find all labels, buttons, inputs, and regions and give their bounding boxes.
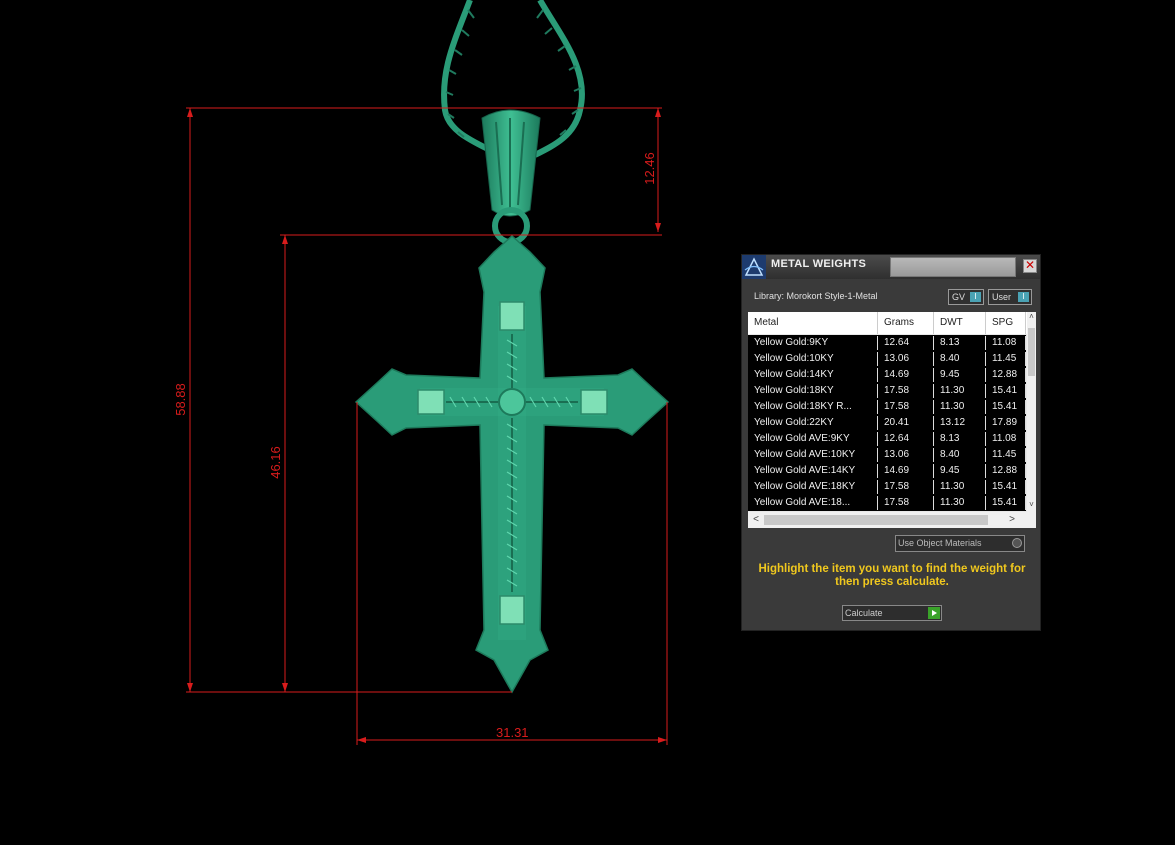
user-toggle-label: User xyxy=(992,292,1012,302)
grams-cell: 12.64 xyxy=(878,432,934,446)
grams-cell: 13.06 xyxy=(878,352,934,366)
title-field xyxy=(890,257,1016,277)
gv-toggle-label: GV xyxy=(952,292,966,302)
metal-cell: Yellow Gold:9KY xyxy=(748,336,878,350)
user-indicator-icon: I xyxy=(1018,292,1029,302)
dwt-cell: 11.30 xyxy=(934,384,986,398)
metal-cell: Yellow Gold:18KY R... xyxy=(748,400,878,414)
dwt-cell: 11.30 xyxy=(934,400,986,414)
dwt-cell: 8.13 xyxy=(934,432,986,446)
metal-cell: Yellow Gold AVE:18KY xyxy=(748,480,878,494)
metal-cell: Yellow Gold:10KY xyxy=(748,352,878,366)
scroll-up-icon[interactable]: ˄ xyxy=(1027,312,1036,322)
panel-titlebar[interactable]: METAL WEIGHTS ✕ xyxy=(742,255,1040,279)
library-label: Library: Morokort Style-1-Metal xyxy=(754,291,878,301)
instruction-text: Highlight the item you want to find the … xyxy=(758,563,1026,588)
grams-cell: 14.69 xyxy=(878,368,934,382)
spg-cell: 11.08 xyxy=(986,336,1026,350)
table-row[interactable]: Yellow Gold:9KY 12.64 8.13 11.08 xyxy=(748,335,1026,351)
dwt-cell: 13.12 xyxy=(934,416,986,430)
table-row[interactable]: Yellow Gold AVE:18... 17.58 11.30 15.41 xyxy=(748,495,1026,511)
stone-top xyxy=(499,301,525,331)
spg-cell: 11.45 xyxy=(986,352,1026,366)
grams-cell: 12.64 xyxy=(878,336,934,350)
metal-weights-panel: METAL WEIGHTS ✕ Library: Morokort Style-… xyxy=(741,254,1041,631)
table-row[interactable]: Yellow Gold AVE:10KY 13.06 8.40 11.45 xyxy=(748,447,1026,463)
table-body: Yellow Gold:9KY 12.64 8.13 11.08 Yellow Gold… xyxy=(748,335,1026,511)
dwt-cell: 8.40 xyxy=(934,448,986,462)
dwt-cell: 8.40 xyxy=(934,352,986,366)
play-arrow-icon xyxy=(928,607,940,619)
dim-bail-height: 12.46 xyxy=(641,152,657,185)
calculate-button[interactable]: Calculate xyxy=(842,605,942,621)
table-row[interactable]: Yellow Gold:10KY 13.06 8.40 11.45 xyxy=(748,351,1026,367)
spg-cell: 12.88 xyxy=(986,464,1026,478)
gv-indicator-icon: I xyxy=(970,292,981,302)
horizontal-scroll-thumb[interactable] xyxy=(764,515,988,525)
radio-icon[interactable] xyxy=(1012,538,1022,548)
metal-cell: Yellow Gold AVE:18... xyxy=(748,496,878,510)
table-row[interactable]: Yellow Gold:22KY 20.41 13.12 17.89 xyxy=(748,415,1026,431)
dwt-cell: 8.13 xyxy=(934,336,986,350)
spg-cell: 15.41 xyxy=(986,400,1026,414)
metal-cell: Yellow Gold:22KY xyxy=(748,416,878,430)
grams-cell: 17.58 xyxy=(878,384,934,398)
scroll-left-icon[interactable]: < xyxy=(750,514,762,526)
app-logo-icon xyxy=(742,255,766,279)
vertical-scrollbar[interactable]: ˄ ˅ xyxy=(1027,312,1036,512)
column-header-metal[interactable]: Metal xyxy=(748,312,878,334)
spg-cell: 11.45 xyxy=(986,448,1026,462)
use-object-materials-label: Use Object Materials xyxy=(898,538,982,548)
metal-cell: Yellow Gold AVE:14KY xyxy=(748,464,878,478)
grams-cell: 13.06 xyxy=(878,448,934,462)
grams-cell: 20.41 xyxy=(878,416,934,430)
gv-toggle[interactable]: GV I xyxy=(948,289,984,305)
metal-cell: Yellow Gold:14KY xyxy=(748,368,878,382)
close-icon[interactable]: ✕ xyxy=(1023,259,1037,273)
metal-cell: Yellow Gold AVE:9KY xyxy=(748,432,878,446)
stone-left xyxy=(417,389,445,415)
scroll-right-icon[interactable]: > xyxy=(1006,514,1018,526)
metal-cell: Yellow Gold AVE:10KY xyxy=(748,448,878,462)
metal-table: Metal Grams DWT SPG Yellow Gold:9KY 12.64… xyxy=(748,312,1036,528)
grams-cell: 17.58 xyxy=(878,480,934,494)
dwt-cell: 9.45 xyxy=(934,464,986,478)
metal-cell: Yellow Gold:18KY xyxy=(748,384,878,398)
table-header: Metal Grams DWT SPG xyxy=(748,312,1036,334)
table-row[interactable]: Yellow Gold AVE:9KY 12.64 8.13 11.08 xyxy=(748,431,1026,447)
horizontal-scrollbar[interactable]: < > xyxy=(748,512,1036,528)
dwt-cell: 11.30 xyxy=(934,496,986,510)
table-row[interactable]: Yellow Gold:18KY 17.58 11.30 15.41 xyxy=(748,383,1026,399)
spg-cell: 12.88 xyxy=(986,368,1026,382)
grams-cell: 17.58 xyxy=(878,496,934,510)
grams-cell: 14.69 xyxy=(878,464,934,478)
table-row[interactable]: Yellow Gold:18KY R... 17.58 11.30 15.41 xyxy=(748,399,1026,415)
vertical-scroll-thumb[interactable] xyxy=(1028,328,1035,376)
stone-bottom xyxy=(499,595,525,625)
grams-cell: 17.58 xyxy=(878,400,934,414)
column-header-grams[interactable]: Grams xyxy=(878,312,934,334)
calculate-label: Calculate xyxy=(845,608,883,618)
scroll-down-icon[interactable]: ˅ xyxy=(1027,500,1036,510)
stone-right xyxy=(580,389,608,415)
column-header-dwt[interactable]: DWT xyxy=(934,312,986,334)
dim-cross-height: 46.16 xyxy=(267,446,283,479)
spg-cell: 15.41 xyxy=(986,480,1026,494)
spg-cell: 15.41 xyxy=(986,496,1026,510)
use-object-materials-option[interactable]: Use Object Materials xyxy=(895,535,1025,552)
dim-total-height: 58.88 xyxy=(172,383,188,416)
table-row[interactable]: Yellow Gold AVE:18KY 17.58 11.30 15.41 xyxy=(748,479,1026,495)
table-row[interactable]: Yellow Gold:14KY 14.69 9.45 12.88 xyxy=(748,367,1026,383)
dwt-cell: 9.45 xyxy=(934,368,986,382)
center-boss xyxy=(498,388,526,416)
spg-cell: 17.89 xyxy=(986,416,1026,430)
table-row[interactable]: Yellow Gold AVE:14KY 14.69 9.45 12.88 xyxy=(748,463,1026,479)
panel-title: METAL WEIGHTS xyxy=(771,258,867,270)
dim-width: 31.31 xyxy=(496,725,529,740)
dwt-cell: 11.30 xyxy=(934,480,986,494)
column-header-spg[interactable]: SPG xyxy=(986,312,1026,334)
user-toggle[interactable]: User I xyxy=(988,289,1032,305)
spg-cell: 11.08 xyxy=(986,432,1026,446)
spg-cell: 15.41 xyxy=(986,384,1026,398)
